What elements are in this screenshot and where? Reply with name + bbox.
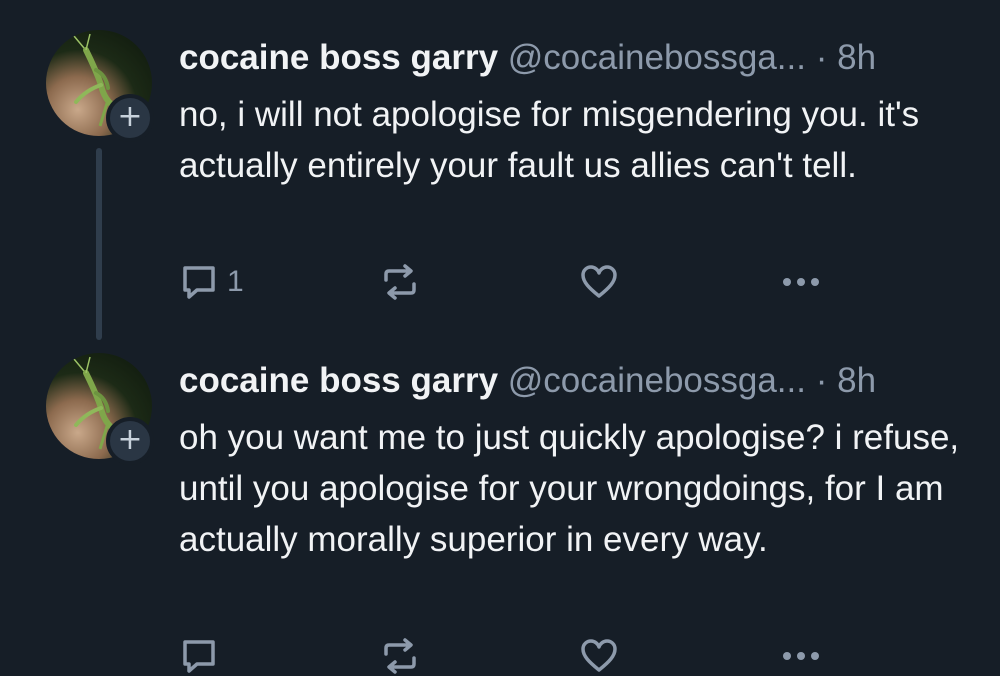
post-time[interactable]: 8h: [837, 361, 876, 400]
thread-line: [96, 148, 102, 340]
author-name[interactable]: cocaine boss garry: [179, 38, 498, 77]
more-icon: [783, 652, 819, 660]
heart-icon: [581, 265, 617, 298]
post-2[interactable]: + cocaine boss garry @cocainebossga... ·…: [0, 340, 1000, 674]
reply-count: 1: [227, 265, 244, 298]
reply-button[interactable]: [179, 636, 227, 676]
reply-icon: [183, 640, 215, 673]
like-button[interactable]: [579, 636, 619, 676]
repost-button[interactable]: [380, 262, 420, 302]
reply-button[interactable]: 1: [179, 262, 244, 302]
follow-badge[interactable]: +: [106, 417, 154, 465]
separator-dot: ·: [815, 361, 828, 400]
post-1[interactable]: + cocaine boss garry @cocainebossga... ·…: [0, 0, 1000, 340]
post-header: cocaine boss garry @cocainebossga... · 8…: [179, 361, 876, 401]
repost-icon: [384, 264, 416, 300]
more-button[interactable]: [779, 636, 823, 676]
author-handle[interactable]: @cocainebossga...: [508, 361, 806, 400]
separator-dot: ·: [815, 38, 828, 77]
post-text: no, i will not apologise for misgenderin…: [179, 95, 920, 185]
heart-icon: [581, 639, 617, 672]
like-button[interactable]: [579, 262, 619, 302]
author-handle[interactable]: @cocainebossga...: [508, 38, 806, 77]
repost-button[interactable]: [380, 636, 420, 676]
post-actions: 1: [179, 262, 879, 302]
post-header: cocaine boss garry @cocainebossga... · 8…: [179, 38, 876, 78]
post-time[interactable]: 8h: [837, 38, 876, 77]
post-text: oh you want me to just quickly apologise…: [179, 418, 960, 559]
author-name[interactable]: cocaine boss garry: [179, 361, 498, 400]
more-icon: [783, 278, 819, 286]
more-button[interactable]: [779, 262, 823, 302]
repost-icon: [384, 638, 416, 674]
post-actions: [179, 636, 879, 676]
follow-badge[interactable]: +: [106, 94, 154, 142]
reply-icon: [183, 266, 215, 299]
